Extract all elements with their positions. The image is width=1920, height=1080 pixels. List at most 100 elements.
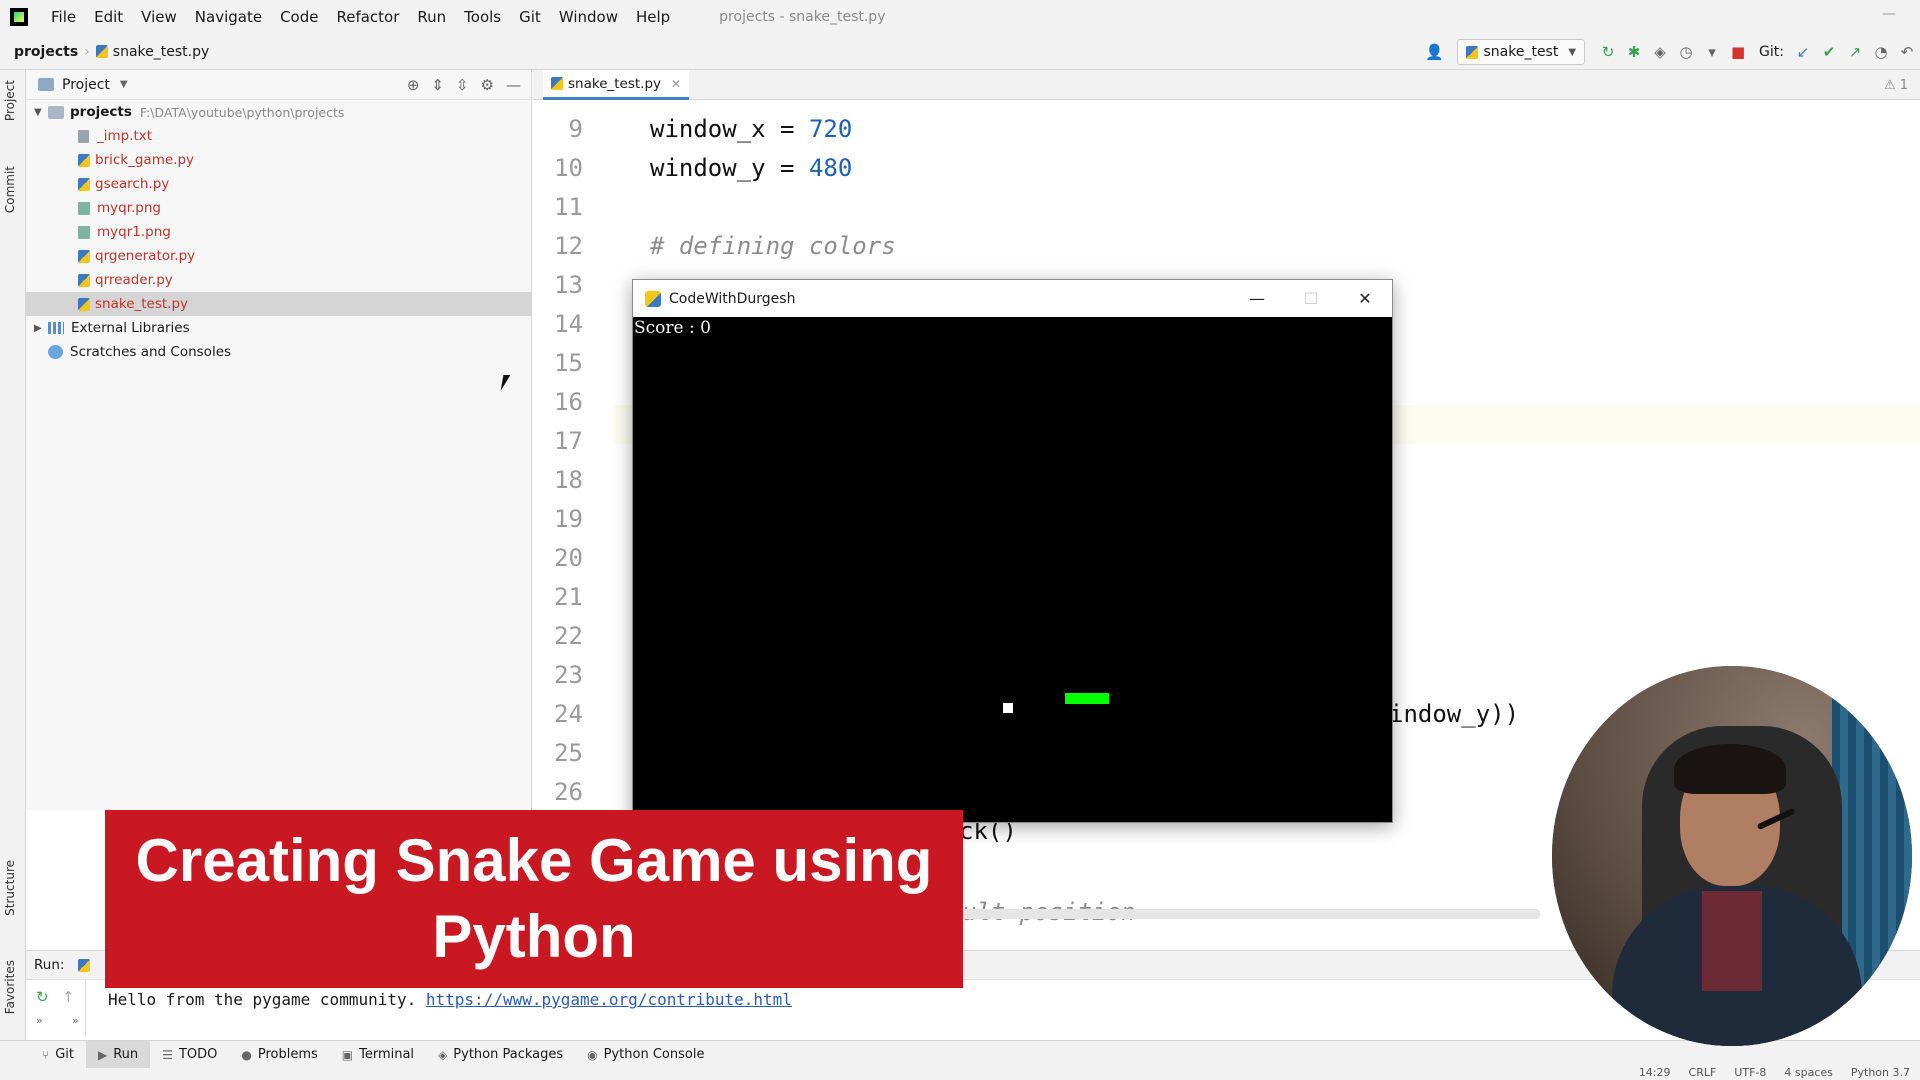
git-push-icon[interactable]: ↗ [1842, 43, 1868, 61]
tree-item-projects[interactable]: ▼ projects F:\DATA\youtube\python\projec… [26, 100, 532, 124]
tree-item-file[interactable]: myqr1.png [26, 220, 532, 244]
project-tool-tab[interactable]: Project [3, 80, 17, 121]
expand-all-icon[interactable]: ⇕ [431, 76, 444, 94]
menu-tools[interactable]: Tools [455, 8, 510, 26]
chevron-right-icon[interactable]: ▶ [34, 323, 48, 334]
stop-icon[interactable]: ■ [1725, 43, 1751, 61]
editor-tab-bar: snake_test.py ✕ ⚠ 1 [533, 70, 1920, 100]
debug-icon[interactable]: ✱ [1621, 43, 1647, 61]
tree-item-file[interactable]: gsearch.py [26, 172, 532, 196]
indent-setting[interactable]: 4 spaces [1784, 1066, 1833, 1079]
arrow-up-icon[interactable]: ↑ [62, 988, 75, 1006]
console-link[interactable]: https://www.pygame.org/contribute.html [426, 990, 792, 1009]
info-icon: ● [241, 1047, 252, 1062]
more-icon[interactable]: » [36, 1014, 43, 1027]
close-button[interactable]: ✕ [1338, 280, 1392, 317]
tree-item-file[interactable]: qrgenerator.py [26, 244, 532, 268]
menu-refactor[interactable]: Refactor [327, 8, 408, 26]
rerun-icon[interactable]: ↻ [36, 988, 49, 1006]
menu-window[interactable]: Window [550, 8, 627, 26]
python-logo-icon [645, 290, 661, 307]
python-file-icon [551, 77, 563, 90]
line-separator[interactable]: CRLF [1689, 1066, 1717, 1079]
tab-problems[interactable]: ● Problems [229, 1041, 329, 1069]
line-number: 23 [554, 661, 583, 689]
project-panel: Project ▼ ⊕ ⇕ ⇳ ⚙ — ▼ projects F:\DATA\y… [26, 70, 532, 810]
commit-tool-tab[interactable]: Commit [3, 166, 17, 213]
tab-label: Run [113, 1047, 139, 1062]
tree-item-file[interactable]: _imp.txt [26, 124, 532, 148]
chevron-down-icon[interactable]: ▼ [120, 79, 128, 90]
tree-item-file[interactable]: brick_game.py [26, 148, 532, 172]
tab-python-console[interactable]: ◉ Python Console [575, 1041, 716, 1069]
hide-panel-icon[interactable]: — [506, 76, 521, 94]
tab-label: snake_test.py [568, 75, 662, 92]
menu-edit[interactable]: Edit [85, 8, 132, 26]
rerun-icon[interactable]: ↻ [1595, 43, 1621, 61]
minimize-button[interactable]: — [1882, 6, 1896, 22]
tree-item-file[interactable]: myqr.png [26, 196, 532, 220]
tab-todo[interactable]: ☰ TODO [150, 1041, 229, 1069]
menu-code[interactable]: Code [271, 8, 327, 26]
horizontal-scrollbar[interactable] [960, 909, 1540, 919]
gear-icon[interactable]: ⚙ [481, 76, 494, 94]
tree-item-file[interactable]: qrreader.py [26, 268, 532, 292]
collapse-all-icon[interactable]: ⇳ [456, 76, 469, 94]
chevron-down-icon[interactable]: ▼ [34, 107, 48, 118]
cursor-position[interactable]: 14:29 [1639, 1066, 1671, 1079]
coverage-icon[interactable]: ◈ [1647, 43, 1673, 61]
favorites-tool-tab[interactable]: Favorites [3, 960, 17, 1014]
python-file-icon [78, 249, 90, 263]
window-title: projects - snake_test.py [719, 9, 886, 25]
user-icon[interactable]: 👤 [1421, 43, 1447, 61]
line-number: 9 [568, 115, 583, 143]
menu-navigate[interactable]: Navigate [186, 8, 271, 26]
run-config-dropdown[interactable]: snake_test ▼ [1457, 39, 1586, 65]
left-tool-stripe: Project Commit Structure Favorites [0, 70, 26, 1040]
line-number: 14 [554, 310, 583, 338]
python-file-icon [78, 958, 91, 972]
menu-run[interactable]: Run [408, 8, 455, 26]
tab-terminal[interactable]: ▣ Terminal [330, 1041, 426, 1069]
tab-python-packages[interactable]: ◈ Python Packages [426, 1041, 575, 1069]
python-file-icon [95, 45, 108, 58]
tab-run[interactable]: ▶ Run [86, 1040, 151, 1069]
close-icon[interactable]: ✕ [671, 77, 681, 91]
tab-git[interactable]: ⑂ Git [30, 1041, 86, 1069]
tree-item-file-selected[interactable]: snake_test.py [26, 292, 532, 316]
menu-file[interactable]: File [42, 8, 85, 26]
game-canvas[interactable]: Score : 0 [633, 317, 1392, 822]
menu-git[interactable]: Git [510, 8, 550, 26]
git-commit-icon[interactable]: ✔ [1816, 43, 1842, 61]
snake-body [1065, 693, 1109, 704]
warning-count-badge[interactable]: ⚠ 1 [1884, 78, 1908, 93]
game-window-titlebar[interactable]: CodeWithDurgesh — ☐ ✕ [633, 280, 1392, 317]
tab-snake-test[interactable]: snake_test.py ✕ [543, 70, 690, 100]
menu-help[interactable]: Help [627, 8, 679, 26]
tab-label: Problems [257, 1047, 318, 1062]
profile-icon[interactable]: ◷ [1673, 43, 1699, 61]
breadcrumb-file[interactable]: snake_test.py [113, 44, 209, 60]
menu-view[interactable]: View [132, 8, 186, 26]
tree-item-scratches[interactable]: Scratches and Consoles [26, 340, 532, 364]
locate-file-icon[interactable]: ⊕ [407, 76, 420, 94]
git-update-icon[interactable]: ↙ [1790, 43, 1816, 61]
more-icon[interactable]: » [72, 1014, 79, 1027]
tree-item-external-libraries[interactable]: ▶ External Libraries [26, 316, 532, 340]
rollback-icon[interactable]: ↶ [1894, 43, 1920, 61]
maximize-button[interactable]: ☐ [1284, 280, 1338, 317]
history-icon[interactable]: ◔ [1868, 43, 1894, 61]
tab-label: Git [55, 1047, 74, 1062]
project-panel-title[interactable]: Project [62, 77, 110, 93]
structure-tool-tab[interactable]: Structure [3, 860, 17, 916]
breadcrumb-root[interactable]: projects [14, 44, 78, 60]
python-console-icon: ◉ [587, 1047, 598, 1062]
line-number: 10 [554, 154, 583, 182]
more-run-options-icon[interactable]: ▾ [1699, 43, 1725, 61]
python-interpreter[interactable]: Python 3.7 [1851, 1066, 1910, 1079]
file-encoding[interactable]: UTF-8 [1734, 1066, 1766, 1079]
minimize-button[interactable]: — [1230, 280, 1284, 317]
terminal-icon: ▣ [341, 1047, 354, 1062]
pygame-window[interactable]: CodeWithDurgesh — ☐ ✕ Score : 0 [632, 279, 1393, 823]
tree-item-label: brick_game.py [95, 152, 195, 168]
